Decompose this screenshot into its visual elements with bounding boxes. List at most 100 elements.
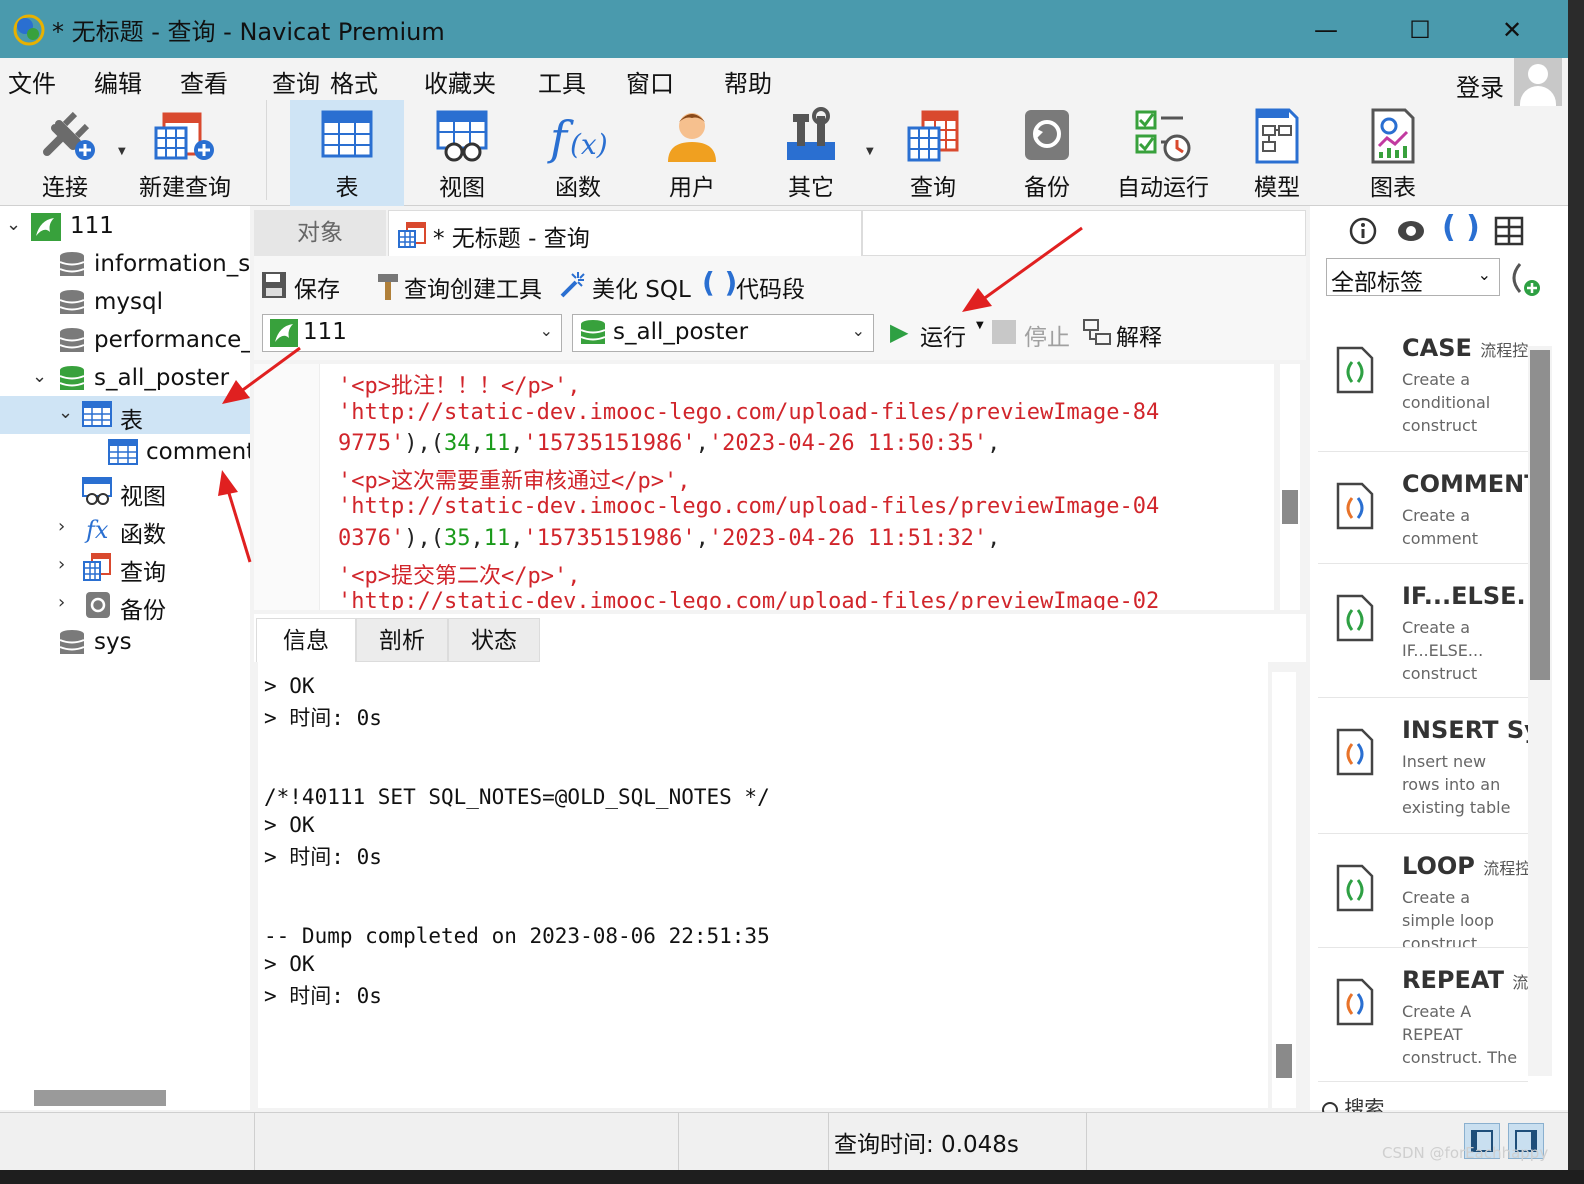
- toolbar-view-button[interactable]: 视图: [414, 100, 510, 206]
- toolbar-user-button[interactable]: 用户: [646, 100, 738, 206]
- toolbar-chart-button[interactable]: 图表: [1346, 100, 1440, 206]
- collapse-icon[interactable]: ⌄: [58, 402, 78, 423]
- expand-icon[interactable]: ›: [58, 554, 78, 575]
- snippet-item[interactable]: IF...ELSE... Create a IF...ELSE... const…: [1318, 568, 1528, 698]
- toolbar-automation-button[interactable]: 自动运行: [1108, 100, 1218, 206]
- menu-favorites[interactable]: 收藏夹: [424, 64, 496, 99]
- chevron-down-icon: ⌄: [539, 321, 553, 340]
- database-icon: [59, 290, 85, 314]
- snippet-item[interactable]: COMMENT Create a comment: [1318, 456, 1528, 564]
- output-line: > OK: [264, 813, 315, 837]
- toolbar-connect-button[interactable]: 连接: [22, 100, 108, 206]
- connection-select[interactable]: 111 ⌄: [262, 314, 562, 352]
- tree-backups-folder[interactable]: › 备份: [0, 586, 250, 624]
- tree-queries-folder[interactable]: › 查询: [0, 548, 250, 586]
- minimize-button[interactable]: —: [1306, 10, 1346, 50]
- snippet-item[interactable]: REPEAT 流程Create A REPEAT construct. The: [1318, 952, 1528, 1082]
- output-line: > OK: [264, 674, 315, 698]
- other-dropdown-icon[interactable]: ▼: [866, 146, 874, 157]
- snippet-file-icon: [1336, 594, 1374, 642]
- table-icon: [82, 401, 112, 427]
- snippet-item[interactable]: CASE 流程控 Create a conditional construct: [1318, 320, 1528, 452]
- run-dropdown-icon[interactable]: ▼: [976, 320, 984, 331]
- editor-vertical-scrollbar[interactable]: [1280, 364, 1300, 610]
- expand-icon[interactable]: ›: [58, 516, 78, 537]
- menu-view[interactable]: 查看: [180, 64, 228, 99]
- add-snippet-icon[interactable]: [1506, 260, 1542, 298]
- snippet-file-icon: [1336, 482, 1374, 530]
- function-icon: fx: [84, 516, 109, 544]
- code-line: 0376'),(35,11,'15735151986','2023-04-26 …: [338, 526, 1001, 551]
- connect-dropdown-icon[interactable]: ▼: [118, 146, 126, 157]
- tab-profile[interactable]: 剖析: [356, 618, 448, 662]
- maximize-button[interactable]: ☐: [1400, 10, 1440, 50]
- navicat-logo-icon: [13, 14, 45, 46]
- query-tab-icon: [398, 222, 426, 248]
- tag-filter-select[interactable]: 全部标签 ⌄: [1326, 258, 1500, 296]
- window-title: * 无标题 - 查询 - Navicat Premium: [52, 18, 445, 46]
- info-icon[interactable]: [1348, 216, 1378, 246]
- tree-db-mysql[interactable]: mysql: [0, 284, 250, 322]
- code-line: 'http://static-dev.imooc-lego.com/upload…: [338, 494, 1160, 520]
- menu-tools[interactable]: 工具: [538, 64, 586, 99]
- toolbar-function-button[interactable]: f (x) 函数: [530, 100, 626, 206]
- snippet-file-icon: [1336, 728, 1374, 776]
- tree-db-performance-schema[interactable]: performance_: [0, 322, 250, 360]
- tree-db-information-schema[interactable]: information_s: [0, 246, 250, 284]
- close-button[interactable]: ✕: [1492, 10, 1532, 50]
- expand-icon[interactable]: ›: [58, 592, 78, 613]
- menu-file[interactable]: 文件: [8, 64, 56, 99]
- output-vertical-scrollbar[interactable]: [1272, 672, 1296, 1108]
- query-icon: [83, 553, 111, 581]
- tree-tables-folder[interactable]: ⌄ 表: [0, 396, 250, 434]
- collapse-icon[interactable]: ⌄: [32, 366, 52, 387]
- code-line: 'http://static-dev.imooc-lego.com/upload…: [338, 589, 1160, 610]
- menu-query[interactable]: 查询: [272, 64, 320, 99]
- table-icon: [321, 110, 373, 158]
- tree-table-comment[interactable]: comment: [0, 434, 250, 472]
- snippet-item[interactable]: LOOP 流程控 Create a simple loop construct: [1318, 838, 1528, 948]
- query-time: 查询时间: 0.048s: [834, 1132, 1019, 1158]
- login-link[interactable]: 登录: [1456, 68, 1504, 103]
- snippet-item[interactable]: INSERT Sy Insert new rows into an existi…: [1318, 702, 1528, 834]
- output-line: /*!40111 SET SQL_NOTES=@OLD_SQL_NOTES */: [264, 785, 770, 810]
- tab-status[interactable]: 状态: [448, 618, 540, 662]
- database-select[interactable]: s_all_poster ⌄: [572, 314, 874, 352]
- toolbar-new-query-button[interactable]: 新建查询: [130, 100, 240, 206]
- connection-bar: 111 ⌄ s_all_poster ⌄ ▶ 运行 ▼ 停止 解释: [254, 310, 1306, 360]
- code-line: 'http://static-dev.imooc-lego.com/upload…: [338, 399, 1160, 425]
- plug-icon: [43, 111, 95, 160]
- toolbar-query-button[interactable]: 查询: [886, 100, 980, 206]
- preview-eye-icon[interactable]: [1396, 216, 1426, 246]
- tree-db-sys[interactable]: sys: [0, 624, 250, 662]
- layout-grid-icon[interactable]: [1494, 216, 1524, 246]
- output-line: > 时间: 0s: [264, 705, 382, 730]
- collapse-icon[interactable]: ⌄: [6, 214, 26, 235]
- hammer-icon: [378, 274, 398, 300]
- user-icon: [668, 113, 716, 162]
- sql-editor[interactable]: '<p>批注！！！</p>','http://static-dev.imooc-…: [254, 364, 1274, 610]
- toolbar-table-button[interactable]: 表: [290, 100, 404, 206]
- snippet-icon[interactable]: ( ): [1442, 210, 1480, 245]
- menu-edit[interactable]: 编辑: [94, 64, 142, 99]
- toolbar-other-button[interactable]: 其它: [764, 100, 858, 206]
- menu-format[interactable]: 格式: [330, 64, 378, 99]
- automation-icon: [1135, 110, 1191, 162]
- avatar[interactable]: [1514, 58, 1562, 106]
- tab-info[interactable]: 信息: [256, 618, 356, 662]
- navigator-horizontal-scrollbar[interactable]: [34, 1090, 166, 1106]
- menu-help[interactable]: 帮助: [724, 64, 772, 99]
- tab-objects[interactable]: 对象: [254, 210, 386, 256]
- tree-functions-folder[interactable]: › fx 函数: [0, 510, 250, 548]
- tree-db-s-all-poster[interactable]: ⌄ s_all_poster: [0, 360, 250, 398]
- taskbar: [0, 1170, 1584, 1184]
- tree-views-folder[interactable]: 视图: [0, 472, 250, 510]
- snippet-scrollbar[interactable]: [1528, 346, 1552, 1076]
- toolbar-backup-button[interactable]: 备份: [1000, 100, 1094, 206]
- toolbar-model-button[interactable]: 模型: [1230, 100, 1324, 206]
- code-line: 9775'),(34,11,'15735151986','2023-04-26 …: [338, 431, 1001, 457]
- tab-untitled-query[interactable]: * 无标题 - 查询: [388, 210, 862, 256]
- model-icon: [1255, 108, 1299, 164]
- menu-window[interactable]: 窗口: [626, 64, 674, 99]
- tree-connection-111[interactable]: ⌄ 111: [0, 208, 250, 246]
